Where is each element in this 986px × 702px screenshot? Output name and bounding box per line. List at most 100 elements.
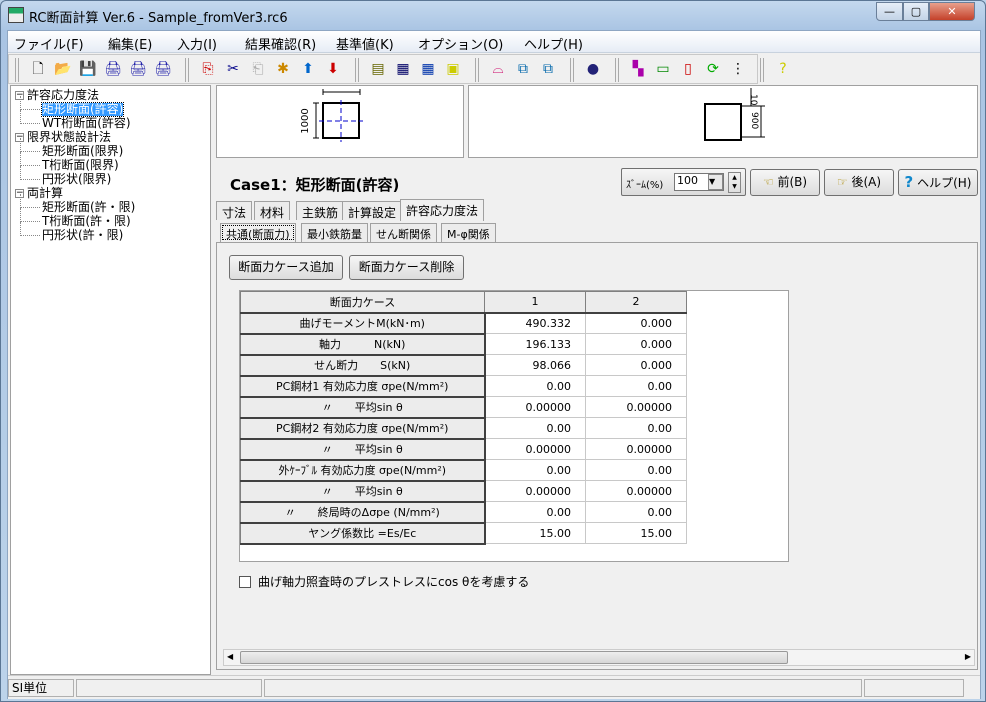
tree-item[interactable]: 矩形断面(許容) (40, 102, 125, 117)
toolbar-grip[interactable] (355, 58, 359, 82)
zoom-spinner[interactable]: ▲ ▼ (728, 172, 741, 193)
tree-item[interactable]: 円形状(限界) (42, 173, 111, 186)
help-button[interactable]: ? ヘルプ(H) (898, 169, 978, 196)
table-cell[interactable]: 0.00 (484, 417, 586, 439)
chart-icon[interactable]: ⌓ (489, 60, 507, 78)
menu-item[interactable]: オプション(O) (418, 34, 503, 53)
open-folder-icon[interactable]: 📂 (54, 60, 72, 78)
tree-item[interactable]: 矩形断面(許・限) (42, 201, 135, 214)
document-icon[interactable]: ▯ (679, 60, 697, 78)
toolbar-grip[interactable] (15, 58, 19, 82)
help-icon[interactable]: ? (774, 60, 792, 78)
printer-report-icon[interactable]: ▣ (444, 60, 462, 78)
print-icon[interactable]: 🖨 (104, 60, 122, 78)
toolbar-grip[interactable] (570, 58, 574, 82)
table-cell[interactable]: 196.133 (484, 333, 586, 355)
tree-connector (20, 152, 40, 166)
table-cell[interactable]: 0.000 (585, 354, 687, 376)
table-cell[interactable]: 0.00 (484, 375, 586, 397)
move-up-icon[interactable]: ⬆ (299, 60, 317, 78)
minimize-button[interactable]: — (876, 2, 903, 21)
table-cell[interactable]: 0.00 (585, 375, 687, 397)
calc2-icon[interactable]: ⧉ (539, 60, 557, 78)
add-case-button[interactable]: 断面力ケース追加 (229, 255, 343, 280)
table-icon[interactable]: ▦ (394, 60, 412, 78)
section-tree[interactable]: − 許容応力度法 矩形断面(許容) WT桁断面(許容) − 限界状態設計法 矩形断面(限界)… (10, 85, 211, 675)
tree-item[interactable]: T桁断面(限界) (42, 159, 119, 172)
table-cell[interactable]: 15.00 (585, 522, 687, 544)
tab[interactable]: 計算設定 (342, 201, 403, 220)
checkbox-box[interactable] (239, 575, 251, 588)
delete-case-button[interactable]: 断面力ケース削除 (349, 255, 464, 280)
tree-item[interactable]: WT桁断面(許容) (42, 117, 131, 130)
tab[interactable]: 主鉄筋 (296, 201, 345, 220)
table-cell[interactable]: 0.000 (585, 333, 687, 355)
subtab[interactable]: M-φ関係 (441, 223, 496, 242)
table-cell[interactable]: 0.00 (585, 459, 687, 481)
subtab[interactable]: せん断関係 (370, 223, 437, 242)
horizontal-scrollbar[interactable]: ◀ ▶ (223, 649, 975, 666)
next-button[interactable]: ☞ 後(A) (824, 169, 894, 196)
menu-item[interactable]: 結果確認(R) (245, 34, 316, 53)
toolbar-grip[interactable] (760, 58, 764, 82)
table-cell[interactable]: 0.00000 (484, 480, 586, 502)
cut-icon[interactable]: ✂ (224, 60, 242, 78)
table-cell[interactable]: 0.00000 (484, 438, 586, 460)
clear-icon[interactable]: ✱ (274, 60, 292, 78)
move-down-icon[interactable]: ⬇ (324, 60, 342, 78)
paste-disabled-icon[interactable]: ⎗ (249, 60, 267, 78)
table-cell[interactable]: 15.00 (484, 522, 586, 544)
tree-item[interactable]: T桁断面(許・限) (42, 215, 131, 228)
chevron-down-icon[interactable]: ▼ (708, 174, 723, 190)
save-icon[interactable]: 💾 (79, 60, 97, 78)
tree-icon[interactable]: ⋮ (729, 60, 747, 78)
subtab[interactable]: 最小鉄筋量 (301, 223, 368, 242)
new-file-icon[interactable]: 🗋 (29, 60, 47, 78)
tree-item[interactable]: 円形状(許・限) (42, 229, 123, 242)
color-icon[interactable]: ▚ (629, 60, 647, 78)
copy-icon[interactable]: ⎘ (199, 60, 217, 78)
table-cell[interactable]: 0.00 (484, 501, 586, 523)
table-cell[interactable]: 490.332 (484, 312, 586, 334)
table-cell[interactable]: 0.00000 (585, 438, 687, 460)
menu-item[interactable]: ファイル(F) (14, 34, 84, 53)
globe-icon[interactable]: ● (584, 60, 602, 78)
monitor-icon[interactable]: ▭ (654, 60, 672, 78)
toolbar-grip[interactable] (185, 58, 189, 82)
tab[interactable]: 寸法 (216, 201, 253, 220)
table-blue-icon[interactable]: ▦ (419, 60, 437, 78)
tree-item[interactable]: 矩形断面(限界) (42, 145, 123, 158)
maximize-button[interactable]: ▢ (903, 2, 929, 21)
menu-item[interactable]: 編集(E) (108, 34, 152, 53)
menu-item[interactable]: ヘルプ(H) (524, 34, 583, 53)
cos-theta-checkbox[interactable]: 曲げ軸力照査時のプレストレスにcos θを考慮する (239, 573, 529, 590)
table-cell[interactable]: 0.00 (484, 459, 586, 481)
prev-button[interactable]: ☜ 前(B) (750, 169, 820, 196)
close-button[interactable]: ✕ (929, 2, 975, 21)
toolbar-grip[interactable] (615, 58, 619, 82)
row-header: ヤング係数比 =Es/Ec (240, 522, 486, 545)
tab[interactable]: 材料 (254, 201, 291, 220)
table-cell[interactable]: 0.00000 (585, 396, 687, 418)
force-case-grid[interactable]: 断面力ケース 1 2 曲げモーメントM(kN･m) 490.332 0.000 軸力 N(k… (239, 290, 789, 562)
scrollbar-thumb[interactable] (240, 651, 788, 664)
refresh-icon[interactable]: ⟳ (704, 60, 722, 78)
toolbar-grip[interactable] (475, 58, 479, 82)
table-cell[interactable]: 0.00 (585, 417, 687, 439)
scroll-right-icon[interactable]: ▶ (965, 652, 971, 661)
table-cell[interactable]: 98.066 (484, 354, 586, 376)
subtab[interactable]: 共通(断面力) (220, 223, 296, 242)
menu-item[interactable]: 基準値(K) (336, 34, 394, 53)
calc-icon[interactable]: ⧉ (514, 60, 532, 78)
input-data-icon[interactable]: ▤ (369, 60, 387, 78)
table-cell[interactable]: 0.00000 (585, 480, 687, 502)
scroll-left-icon[interactable]: ◀ (227, 652, 233, 661)
tab[interactable]: 許容応力度法 (400, 199, 485, 221)
table-cell[interactable]: 0.00000 (484, 396, 586, 418)
table-cell[interactable]: 0.000 (585, 312, 687, 334)
zoom-select[interactable]: 100 ▼ (674, 173, 724, 191)
menu-item[interactable]: 入力(I) (177, 34, 217, 53)
table-cell[interactable]: 0.00 (585, 501, 687, 523)
print-preview-icon[interactable]: 🖨 (129, 60, 147, 78)
print-setup-icon[interactable]: 🖨 (154, 60, 172, 78)
